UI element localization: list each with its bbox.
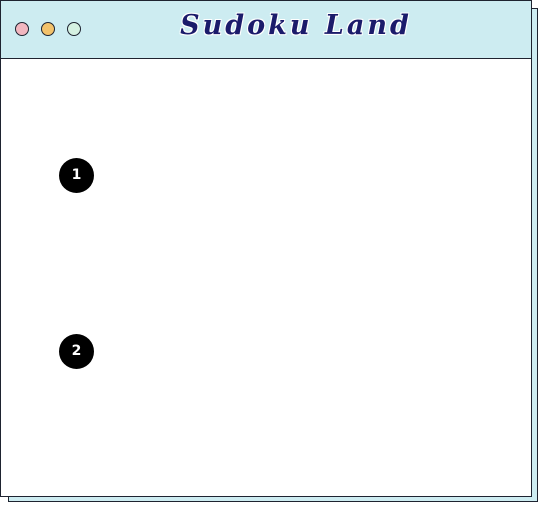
step-marker-1: 1 <box>59 158 94 193</box>
step-marker-2: 2 <box>59 334 94 369</box>
close-window-button[interactable] <box>15 22 29 36</box>
minimize-window-button[interactable] <box>41 22 55 36</box>
title-bar[interactable]: Sudoku Land <box>1 1 531 59</box>
window-title: Sudoku Land <box>180 10 412 41</box>
app-window: Sudoku Land 1 2 <box>0 0 532 497</box>
